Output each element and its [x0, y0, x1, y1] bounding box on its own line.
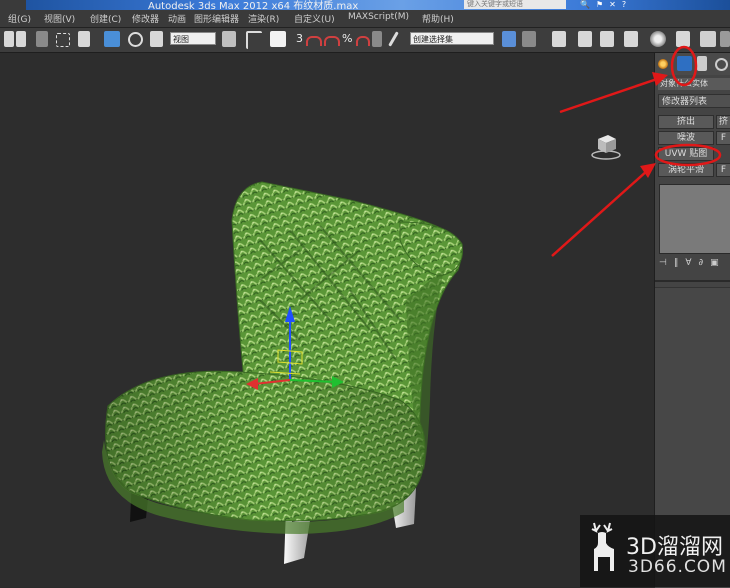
link-icon[interactable]: [16, 31, 26, 47]
menu-group[interactable]: 组(G): [8, 12, 31, 25]
percent-snap-icon[interactable]: %: [342, 32, 352, 45]
menu-help[interactable]: 帮助(H): [422, 12, 454, 25]
panel-divider: [655, 280, 730, 282]
render-production-icon[interactable]: [720, 31, 730, 47]
edit-named-selection-icon[interactable]: [372, 31, 382, 47]
uvw-map-button[interactable]: UVW 贴图: [658, 147, 714, 161]
named-selection-set-dropdown[interactable]: 创建选择集: [410, 32, 494, 45]
magnet-snap-icon[interactable]: [324, 36, 340, 46]
move-icon[interactable]: [104, 31, 120, 47]
menu-modifiers[interactable]: 修改器: [132, 12, 159, 25]
scale-icon[interactable]: [150, 31, 163, 47]
menu-rendering[interactable]: 渲染(R): [248, 12, 279, 25]
layer-manager-icon[interactable]: [552, 31, 566, 47]
watermark: 3D溜溜网 3D66.COM: [580, 515, 730, 587]
viewcube[interactable]: [590, 131, 622, 161]
chair-render: [102, 181, 464, 564]
snap-toggle-icon[interactable]: 3: [296, 32, 303, 45]
window-controls[interactable]: 🔍⚑✕?: [580, 0, 632, 9]
modify-tab-icon[interactable]: [677, 56, 692, 71]
modifier-button-right-1[interactable]: 挤: [716, 115, 730, 129]
noise-button[interactable]: 噪波: [658, 131, 714, 145]
material-editor-icon[interactable]: [650, 31, 666, 47]
align-icon[interactable]: [522, 31, 536, 47]
pencil-icon[interactable]: [388, 31, 399, 47]
menu-animation[interactable]: 动画: [168, 12, 186, 25]
deer-logo-icon: [591, 522, 614, 571]
turbosmooth-button[interactable]: 涡轮平滑: [658, 163, 714, 177]
mirror-icon[interactable]: [502, 31, 516, 47]
search-input[interactable]: 键入关键字或短语: [464, 0, 566, 9]
modifier-button-right-3[interactable]: F: [716, 163, 730, 177]
watermark-url: 3D66.COM: [628, 557, 727, 577]
motion-tab-icon[interactable]: [715, 58, 728, 71]
curve-editor-icon[interactable]: [600, 31, 614, 47]
menu-create[interactable]: 创建(C): [90, 12, 121, 25]
rotate-icon[interactable]: [128, 32, 143, 47]
stack-controls[interactable]: ⊣‖∀∂▣: [659, 258, 730, 272]
perspective-viewport[interactable]: [0, 53, 654, 587]
undo-icon[interactable]: [4, 31, 14, 47]
window-title: Autodesk 3ds Max 2012 x64 布纹材质.max: [148, 1, 359, 10]
schematic-view-icon[interactable]: [624, 31, 638, 47]
render-setup-icon[interactable]: [676, 31, 690, 47]
keyboard-shortcut-icon[interactable]: [270, 31, 286, 47]
window-crossing-icon[interactable]: [78, 31, 90, 47]
modifier-list-dropdown[interactable]: 修改器列表: [658, 94, 730, 108]
modifier-stack[interactable]: [659, 184, 730, 254]
graphite-ribbon-icon[interactable]: [578, 31, 592, 47]
hierarchy-tab-icon[interactable]: [697, 56, 707, 71]
command-panel-tabs: [655, 53, 730, 75]
extrude-button[interactable]: 挤出: [658, 115, 714, 129]
modifier-button-right-2[interactable]: F: [716, 131, 730, 145]
angle-snap-icon[interactable]: [306, 36, 322, 46]
reference-coordinate-dropdown[interactable]: 视图: [170, 32, 216, 45]
create-tab-icon[interactable]: [658, 59, 668, 69]
spinner-snap-icon[interactable]: [356, 36, 370, 46]
menu-customize[interactable]: 自定义(U): [294, 12, 335, 25]
object-name-field[interactable]: 对象什么实体: [658, 78, 730, 90]
title-bar: Autodesk 3ds Max 2012 x64 布纹材质.max 键入关键字…: [0, 0, 730, 10]
render-frame-icon[interactable]: [700, 31, 716, 47]
main-toolbar: 视图 3 % 创建选择集: [0, 28, 730, 53]
command-panel: 对象什么实体 修改器列表 挤出 挤 噪波 F UVW 贴图 涡轮平滑 F ⊣‖∀…: [654, 53, 730, 588]
menu-maxscript[interactable]: MAXScript(M): [348, 12, 409, 22]
menu-bar: 组(G) 视图(V) 创建(C) 修改器 动画 图形编辑器 渲染(R) 自定义(…: [0, 10, 730, 28]
menu-graph-editors[interactable]: 图形编辑器: [194, 12, 239, 25]
rect-selection-icon[interactable]: [56, 33, 70, 47]
quick-access-toolbar[interactable]: [0, 0, 26, 10]
menu-view[interactable]: 视图(V): [44, 12, 75, 25]
pivot-center-icon[interactable]: [222, 31, 236, 47]
select-manipulate-icon[interactable]: [246, 31, 262, 49]
select-by-name-icon[interactable]: [36, 31, 48, 47]
